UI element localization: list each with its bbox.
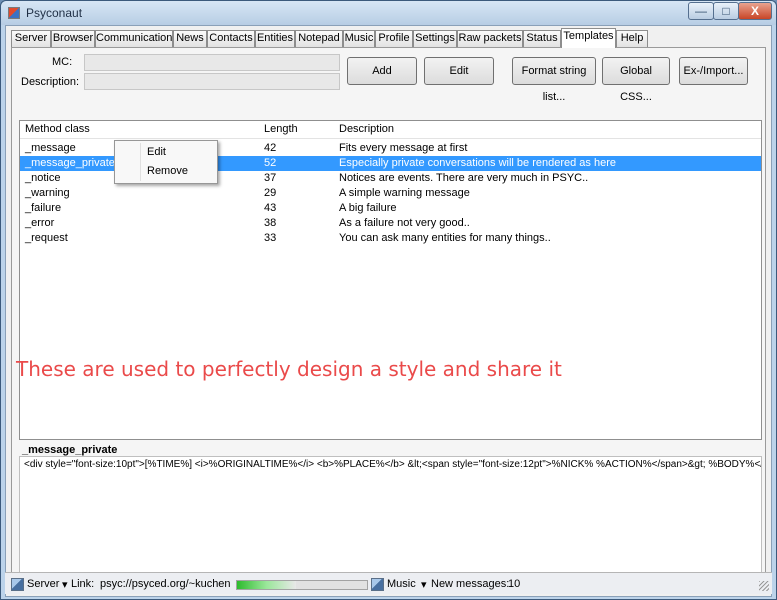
tab-server[interactable]: Server [11, 30, 51, 47]
tab-raw-packets[interactable]: Raw packets [457, 30, 523, 47]
length-cell: 43 [264, 202, 277, 214]
method-cell: _message_private [25, 157, 115, 169]
description-cell: Notices are events. There are very much … [339, 172, 589, 184]
tab-templates[interactable]: Templates [561, 28, 616, 48]
description-cell: A simple warning message [339, 187, 470, 199]
tab-browser[interactable]: Browser [51, 30, 95, 47]
status-bar: Server ▾ Link: psyc://psyced.org/~kuchen… [5, 572, 772, 594]
tab-music[interactable]: Music [343, 30, 375, 47]
title-bar[interactable]: Psyconaut — □ X [1, 1, 776, 25]
column-description[interactable]: Description [339, 123, 394, 135]
edit-button[interactable]: Edit [424, 57, 494, 85]
templates-panel: MC: Description: Add Edit Format string … [11, 47, 766, 577]
table-row[interactable]: _error 38 As a failure not very good.. [20, 216, 761, 231]
add-button[interactable]: Add [347, 57, 417, 85]
resize-grip-icon[interactable] [759, 581, 769, 591]
tab-help[interactable]: Help [616, 30, 648, 47]
length-cell: 52 [264, 157, 277, 169]
mc-label: MC: [52, 56, 73, 68]
method-cell: _message [25, 142, 76, 154]
music-dropdown-arrow[interactable]: ▾ [421, 578, 427, 591]
client-area: Server Browser Communication News Contac… [5, 25, 772, 597]
server-icon[interactable] [11, 578, 24, 591]
window-title: Psyconaut [26, 6, 83, 20]
tab-notepad[interactable]: Notepad [295, 30, 343, 47]
description-cell: Especially private conversations will be… [339, 157, 616, 169]
mc-field[interactable] [84, 54, 340, 71]
method-cell: _error [25, 217, 55, 229]
app-icon [8, 7, 20, 19]
description-cell: As a failure not very good.. [339, 217, 470, 229]
tab-contacts[interactable]: Contacts [207, 30, 255, 47]
context-menu-remove[interactable]: Remove [147, 162, 217, 180]
template-preview[interactable]: <div style="font-size:10pt">[%TIME%] <i>… [19, 456, 762, 574]
progress-fill [237, 581, 296, 589]
description-label: Description: [21, 76, 80, 88]
music-icon[interactable] [371, 578, 384, 591]
table-row[interactable]: _request 33 You can ask many entities fo… [20, 231, 761, 246]
format-string-list-button[interactable]: Format string list... [512, 57, 596, 103]
column-length[interactable]: Length [264, 123, 298, 135]
progress-bar [236, 580, 368, 590]
overlay-caption: These are used to perfectly design a sty… [16, 357, 562, 381]
tab-news[interactable]: News [173, 30, 207, 47]
description-field[interactable] [84, 73, 340, 90]
music-label[interactable]: Music [387, 578, 416, 590]
length-cell: 37 [264, 172, 277, 184]
description-cell: A big failure [339, 202, 397, 214]
preview-title: _message_private [22, 444, 118, 456]
method-cell: _request [25, 232, 68, 244]
description-cell: You can ask many entities for many thing… [339, 232, 551, 244]
context-menu: Edit Remove [114, 140, 218, 184]
link-value[interactable]: psyc://psyced.org/~kuchen [100, 578, 231, 590]
length-cell: 33 [264, 232, 277, 244]
main-window: Psyconaut — □ X Server Browser Communica… [0, 0, 777, 600]
context-menu-gutter [140, 143, 141, 181]
tab-entities[interactable]: Entities [255, 30, 295, 47]
global-css-button[interactable]: Global CSS... [602, 57, 670, 103]
table-row[interactable]: _failure 43 A big failure [20, 201, 761, 216]
maximize-button[interactable]: □ [713, 2, 739, 20]
method-cell: _notice [25, 172, 61, 184]
description-cell: Fits every message at first [339, 142, 468, 154]
tab-communication[interactable]: Communication [95, 30, 173, 47]
column-method-class[interactable]: Method class [25, 123, 90, 135]
server-dropdown-arrow[interactable]: ▾ [62, 578, 68, 591]
tab-profile[interactable]: Profile [375, 30, 413, 47]
minimize-button[interactable]: — [688, 2, 714, 20]
tab-status[interactable]: Status [523, 30, 561, 47]
new-messages-label: New messages: [431, 578, 510, 590]
link-label: Link: [71, 578, 95, 590]
table-row[interactable]: _warning 29 A simple warning message [20, 186, 761, 201]
method-cell: _warning [25, 187, 70, 199]
list-header: Method class Length Description [20, 121, 761, 139]
close-button[interactable]: X [738, 2, 772, 20]
tab-settings[interactable]: Settings [413, 30, 457, 47]
context-menu-edit[interactable]: Edit [147, 143, 217, 161]
new-messages-count: 10 [508, 578, 521, 590]
method-cell: _failure [25, 202, 62, 214]
length-cell: 42 [264, 142, 277, 154]
length-cell: 38 [264, 217, 277, 229]
length-cell: 29 [264, 187, 277, 199]
ex-import-button[interactable]: Ex-/Import... [679, 57, 748, 85]
server-label[interactable]: Server [27, 578, 59, 590]
